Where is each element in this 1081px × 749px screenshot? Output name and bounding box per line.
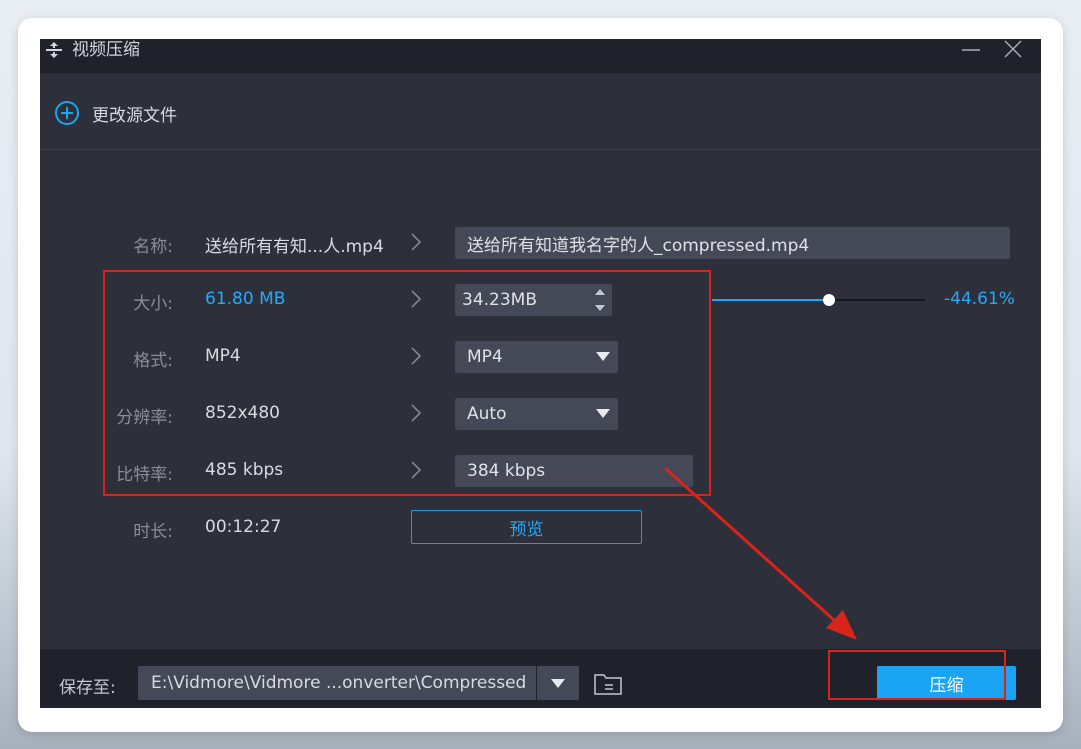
source-size-value: 61.80 MB	[205, 289, 286, 309]
chevron-right-icon	[411, 233, 422, 251]
compress-window: 视频压缩 更改源文件 名称: 送给所有有知...人.mp4 送给所有知道我名字的…	[40, 39, 1041, 708]
bitrate-field-value: 384 kbps	[467, 461, 546, 481]
compress-button[interactable]: 压缩	[877, 666, 1016, 700]
change-source-label: 更改源文件	[92, 105, 177, 126]
source-name-value: 送给所有有知...人.mp4	[205, 237, 384, 257]
chevron-down-icon	[596, 352, 610, 361]
resolution-label: 分辨率:	[116, 408, 173, 428]
title-bar: 视频压缩	[40, 39, 1041, 73]
chevron-right-icon	[411, 347, 422, 365]
save-to-label: 保存至:	[59, 678, 116, 698]
target-size-text: 34.23MB	[462, 290, 537, 310]
format-select-value: MP4	[467, 347, 503, 367]
source-resolution-value: 852x480	[205, 403, 280, 423]
format-select[interactable]: MP4	[455, 341, 618, 373]
header-divider	[40, 149, 1041, 150]
folder-icon[interactable]	[593, 671, 623, 697]
target-size-stepper[interactable]: 34.23MB	[455, 284, 612, 316]
source-format-value: MP4	[205, 346, 241, 366]
chevron-down-icon	[596, 409, 610, 418]
window-title: 视频压缩	[72, 40, 140, 60]
chevron-down-icon	[551, 679, 565, 688]
plus-circle-icon	[55, 101, 79, 125]
bitrate-field[interactable]: 384 kbps	[455, 455, 693, 487]
bitrate-label: 比特率:	[116, 465, 173, 485]
size-reduction-percent: -44.61%	[944, 289, 1015, 309]
output-name-text: 送给所有知道我名字的人_compressed.mp4	[467, 235, 810, 256]
format-label: 格式:	[133, 351, 173, 371]
size-slider-fill	[712, 299, 830, 301]
source-bitrate-value: 485 kbps	[205, 460, 284, 480]
stepper-arrows-icon[interactable]	[594, 287, 606, 313]
preview-button[interactable]: 预览	[411, 510, 642, 544]
change-source-button[interactable]: 更改源文件	[54, 99, 177, 127]
name-label: 名称:	[133, 237, 173, 257]
output-name-field[interactable]: 送给所有知道我名字的人_compressed.mp4	[455, 227, 1010, 259]
size-slider-knob[interactable]	[823, 294, 836, 306]
duration-value: 00:12:27	[205, 517, 282, 537]
chevron-right-icon	[411, 404, 422, 422]
size-slider[interactable]	[712, 294, 925, 306]
resolution-select[interactable]: Auto	[455, 398, 618, 430]
resolution-select-value: Auto	[467, 404, 507, 424]
duration-label: 时长:	[133, 522, 173, 542]
chevron-right-icon	[411, 290, 422, 308]
footer-bar: 保存至: E:\Vidmore\Vidmore ...onverter\Comp…	[40, 649, 1041, 708]
save-path-text: E:\Vidmore\Vidmore ...onverter\Compresse…	[151, 673, 527, 693]
chevron-right-icon	[411, 461, 422, 479]
size-label: 大小:	[133, 294, 173, 314]
save-path-dropdown-button[interactable]	[537, 666, 579, 700]
save-path-field[interactable]: E:\Vidmore\Vidmore ...onverter\Compresse…	[138, 666, 536, 700]
minimize-icon[interactable]	[960, 39, 982, 61]
close-icon[interactable]	[1002, 39, 1024, 61]
compress-app-icon	[46, 42, 62, 58]
